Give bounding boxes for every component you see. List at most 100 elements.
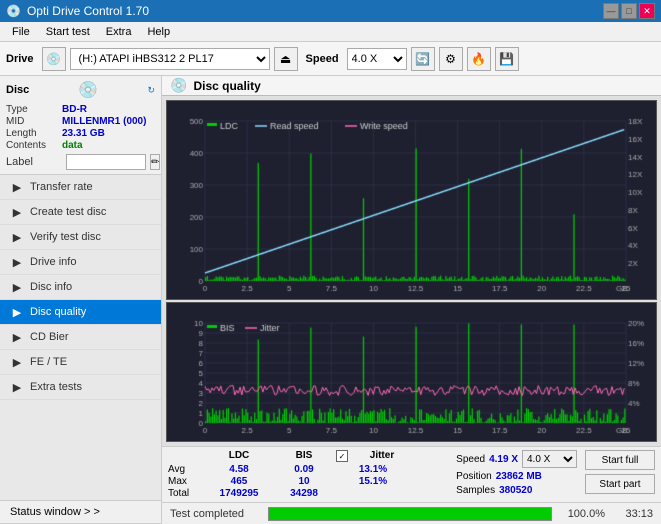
top-chart-canvas xyxy=(167,101,656,299)
disc-mid-label: MID xyxy=(6,116,62,127)
sidebar-item-label-disc-info: Disc info xyxy=(30,281,72,293)
position-info-row: Position 23862 MB xyxy=(456,471,542,482)
maximize-button[interactable]: □ xyxy=(621,3,637,19)
disc-section-title: Disc xyxy=(6,84,29,96)
samples-label: Samples xyxy=(456,485,495,496)
stats-buttons: Start full Start part xyxy=(585,450,655,494)
menu-help[interactable]: Help xyxy=(139,24,178,40)
sidebar-status: Status window > > xyxy=(0,500,161,524)
stats-bar: LDC BIS ✓ Jitter Avg 4.58 0.09 13.1% xyxy=(162,446,661,502)
sidebar-item-create-test-disc[interactable]: ▶ Create test disc xyxy=(0,200,161,225)
max-ldc: 465 xyxy=(204,476,274,487)
sidebar-item-fe-te[interactable]: ▶ FE / TE xyxy=(0,350,161,375)
bis-col-header: BIS xyxy=(274,450,334,462)
fe-te-icon: ▶ xyxy=(10,355,24,369)
refresh-button[interactable]: 🔄 xyxy=(411,47,435,71)
content-title: Disc quality xyxy=(193,79,260,93)
stats-speed-select[interactable]: 4.0 X xyxy=(522,450,577,468)
drive-info-icon: ▶ xyxy=(10,255,24,269)
progressbar-area: Test completed 100.0% 33:13 xyxy=(162,502,661,524)
speed-label: Speed xyxy=(306,53,339,65)
speed-info-value: 4.19 X xyxy=(489,454,518,465)
charts-container xyxy=(162,96,661,446)
max-label: Max xyxy=(168,476,204,487)
transfer-rate-icon: ▶ xyxy=(10,180,24,194)
total-label: Total xyxy=(168,488,204,499)
total-ldc: 1749295 xyxy=(204,488,274,499)
progress-bar-inner xyxy=(269,508,551,520)
menu-start-test[interactable]: Start test xyxy=(38,24,98,40)
max-jitter: 15.1% xyxy=(334,476,412,487)
position-label: Position xyxy=(456,471,492,482)
disc-refresh-btn[interactable]: ↻ xyxy=(147,85,155,96)
minimize-button[interactable]: — xyxy=(603,3,619,19)
stats-table: LDC BIS ✓ Jitter Avg 4.58 0.09 13.1% xyxy=(168,450,448,499)
sidebar-item-disc-info[interactable]: ▶ Disc info xyxy=(0,275,161,300)
verify-test-disc-icon: ▶ xyxy=(10,230,24,244)
disc-label-row: Label ✏ xyxy=(6,154,155,170)
settings-button[interactable]: ⚙ xyxy=(439,47,463,71)
sidebar-item-extra-tests[interactable]: ▶ Extra tests xyxy=(0,375,161,400)
speed-select[interactable]: 4.0 X 1.0 X 2.0 X 8.0 X xyxy=(347,48,407,70)
progress-percent: 100.0% xyxy=(560,508,605,520)
start-full-button[interactable]: Start full xyxy=(585,450,655,470)
disc-length-value: 23.31 GB xyxy=(62,128,105,139)
app-icon: 💿 xyxy=(6,4,21,18)
menu-extra[interactable]: Extra xyxy=(98,24,140,40)
disc-section-header: Disc 💿 ↻ xyxy=(6,80,155,100)
disc-icon: 💿 xyxy=(78,80,98,100)
sidebar-item-label-disc-quality: Disc quality xyxy=(30,306,86,318)
titlebar-title: 💿 Opti Drive Control 1.70 xyxy=(6,4,149,18)
menu-file[interactable]: File xyxy=(4,24,38,40)
disc-contents-row: Contents data xyxy=(6,140,155,151)
sidebar-item-cd-bier[interactable]: ▶ CD Bier xyxy=(0,325,161,350)
save-button[interactable]: 💾 xyxy=(495,47,519,71)
titlebar: 💿 Opti Drive Control 1.70 — □ ✕ xyxy=(0,0,661,22)
content-area: 💿 Disc quality LDC BIS xyxy=(162,76,661,524)
drive-icon-btn[interactable]: 💿 xyxy=(42,47,66,71)
avg-label: Avg xyxy=(168,464,204,475)
disc-length-row: Length 23.31 GB xyxy=(6,128,155,139)
disc-info-icon: ▶ xyxy=(10,280,24,294)
total-bis: 34298 xyxy=(274,488,334,499)
app-title: Opti Drive Control 1.70 xyxy=(27,4,149,18)
sidebar-item-transfer-rate[interactable]: ▶ Transfer rate xyxy=(0,175,161,200)
disc-quality-header-icon: 💿 xyxy=(170,77,187,94)
sidebar-item-verify-test-disc[interactable]: ▶ Verify test disc xyxy=(0,225,161,250)
extra-tests-icon: ▶ xyxy=(10,380,24,394)
top-chart xyxy=(166,100,657,300)
disc-label-edit-btn[interactable]: ✏ xyxy=(150,154,160,170)
status-window-label: Status window > > xyxy=(10,506,100,518)
samples-info-row: Samples 380520 xyxy=(456,485,532,496)
sidebar-item-label-fe-te: FE / TE xyxy=(30,356,67,368)
disc-length-label: Length xyxy=(6,128,62,139)
drive-select[interactable]: (H:) ATAPI iHBS312 2 PL17 xyxy=(70,48,270,70)
sidebar-item-label-drive-info: Drive info xyxy=(30,256,76,268)
jitter-col-header: Jitter xyxy=(352,450,412,462)
avg-bis: 0.09 xyxy=(274,464,334,475)
position-value: 23862 MB xyxy=(496,471,542,482)
sidebar-item-drive-info[interactable]: ▶ Drive info xyxy=(0,250,161,275)
avg-ldc: 4.58 xyxy=(204,464,274,475)
progress-time: 33:13 xyxy=(613,508,653,520)
disc-label-input[interactable] xyxy=(66,154,146,170)
jitter-checkbox[interactable]: ✓ xyxy=(336,450,348,462)
speed-info-label: Speed xyxy=(456,454,485,465)
max-row: Max 465 10 15.1% xyxy=(168,476,448,487)
sidebar-item-label-cd-bier: CD Bier xyxy=(30,331,69,343)
disc-quality-icon: ▶ xyxy=(10,305,24,319)
ldc-col-header: LDC xyxy=(204,450,274,462)
sidebar-item-disc-quality[interactable]: ▶ Disc quality xyxy=(0,300,161,325)
sidebar-item-label-transfer-rate: Transfer rate xyxy=(30,181,93,193)
disc-mid-row: MID MILLENMR1 (000) xyxy=(6,116,155,127)
start-part-button[interactable]: Start part xyxy=(585,474,655,494)
avg-row: Avg 4.58 0.09 13.1% xyxy=(168,464,448,475)
status-window-button[interactable]: Status window > > xyxy=(0,501,161,524)
disc-type-row: Type BD-R xyxy=(6,104,155,115)
eject-button[interactable]: ⏏ xyxy=(274,47,298,71)
disc-contents-label: Contents xyxy=(6,140,62,151)
disc-section: Disc 💿 ↻ Type BD-R MID MILLENMR1 (000) L… xyxy=(0,76,161,175)
burn-button[interactable]: 🔥 xyxy=(467,47,491,71)
close-button[interactable]: ✕ xyxy=(639,3,655,19)
toolbar: Drive 💿 (H:) ATAPI iHBS312 2 PL17 ⏏ Spee… xyxy=(0,42,661,76)
